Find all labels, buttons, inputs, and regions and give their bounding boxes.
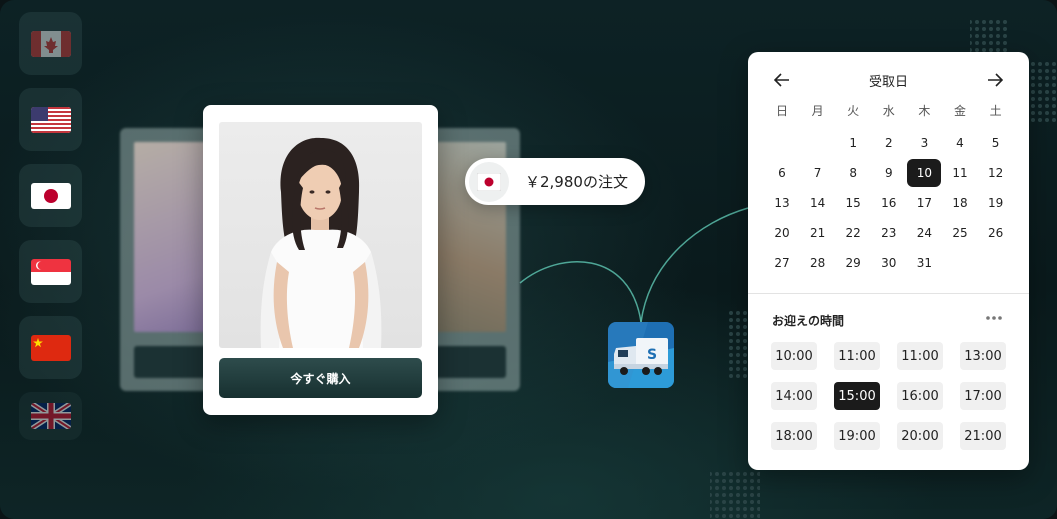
singapore-flag-icon: [30, 258, 71, 285]
time-slot[interactable]: 21:00: [960, 422, 1006, 450]
weekday-label: 水: [882, 103, 895, 118]
calendar-header: 受取日: [748, 68, 1029, 92]
calendar-day[interactable]: 18: [943, 189, 977, 217]
weekday-label: 金: [953, 103, 966, 118]
china-flag-icon: [30, 334, 71, 361]
calendar-day[interactable]: 11: [943, 159, 977, 187]
delivery-truck-icon: S: [608, 322, 674, 388]
calendar-day[interactable]: 12: [979, 159, 1013, 187]
weekday-label: 土: [989, 103, 1002, 118]
uk-flag-icon: [30, 403, 71, 429]
time-slot[interactable]: 20:00: [897, 422, 943, 450]
calendar-day[interactable]: 21: [801, 219, 835, 247]
app-canvas: 今すぐ購入 ￥2,980の注文 S 受取日 日 月 火 水 木 金 土 1 2 …: [0, 0, 1057, 519]
japan-flag-icon: [477, 172, 501, 191]
calendar-day[interactable]: 8: [836, 159, 870, 187]
time-slot[interactable]: 18:00: [771, 422, 817, 450]
calendar-day[interactable]: 3: [907, 129, 941, 157]
time-slot[interactable]: 13:00: [960, 342, 1006, 370]
country-tile-us[interactable]: [19, 88, 82, 151]
order-pill: ￥2,980の注文: [465, 158, 645, 205]
calendar-day[interactable]: 5: [979, 129, 1013, 157]
calendar-day[interactable]: 16: [872, 189, 906, 217]
weekday-label: 火: [847, 103, 860, 118]
country-tile-uk[interactable]: [19, 392, 82, 440]
time-slot[interactable]: 14:00: [771, 382, 817, 410]
model-photo-illustration: [260, 137, 382, 348]
calendar-day[interactable]: 25: [943, 219, 977, 247]
product-photo: [219, 122, 422, 348]
order-amount-text: ￥2,980の注文: [525, 173, 628, 191]
calendar-day-selected[interactable]: 10: [907, 159, 942, 187]
calendar-day[interactable]: 1: [836, 129, 870, 157]
time-slot[interactable]: 11:00: [834, 342, 880, 370]
pickup-time-label: お迎えの時間: [772, 314, 845, 328]
order-flag-badge: [469, 161, 509, 202]
time-slot[interactable]: 16:00: [897, 382, 943, 410]
calendar-day[interactable]: 2: [872, 129, 906, 157]
calendar-day[interactable]: 15: [836, 189, 870, 217]
calendar-day[interactable]: 24: [907, 219, 941, 247]
calendar-day[interactable]: 6: [765, 159, 799, 187]
calendar-day[interactable]: 26: [979, 219, 1013, 247]
country-tile-singapore[interactable]: [19, 240, 82, 303]
calendar-day[interactable]: 19: [979, 189, 1013, 217]
calendar-day[interactable]: 22: [836, 219, 870, 247]
us-flag-icon: [30, 106, 71, 133]
japan-flag-icon: [30, 182, 71, 209]
weekday-label: 木: [918, 103, 931, 118]
calendar-day[interactable]: 9: [872, 159, 906, 187]
svg-text:S: S: [647, 347, 657, 363]
calendar-day[interactable]: 20: [765, 219, 799, 247]
calendar-day[interactable]: 23: [872, 219, 906, 247]
buy-now-button[interactable]: 今すぐ購入: [219, 358, 422, 398]
weekday-label: 月: [811, 103, 824, 118]
calendar-day[interactable]: 14: [801, 189, 835, 217]
country-tile-china[interactable]: [19, 316, 82, 379]
calendar-day[interactable]: 31: [907, 249, 941, 277]
canada-flag-icon: [30, 30, 71, 57]
divider: [748, 293, 1029, 294]
time-slot[interactable]: 10:00: [771, 342, 817, 370]
time-slot[interactable]: 17:00: [960, 382, 1006, 410]
calendar-day[interactable]: 29: [836, 249, 870, 277]
calendar-day[interactable]: 17: [907, 189, 941, 217]
product-card: 今すぐ購入: [203, 105, 438, 415]
calendar-day[interactable]: 28: [801, 249, 835, 277]
weekday-label: 日: [775, 103, 788, 118]
pickup-date-calendar: 受取日 日月火水木金土 1 2 3 4 5 6 7 8 9 10 11 12 13 14 15 16 17 18 19…: [748, 52, 1029, 470]
calendar-day[interactable]: 7: [801, 159, 835, 187]
time-slot[interactable]: 19:00: [834, 422, 880, 450]
time-slot-selected[interactable]: 15:00: [834, 382, 880, 410]
country-tile-canada[interactable]: [19, 12, 82, 75]
calendar-day[interactable]: 4: [943, 129, 977, 157]
calendar-day[interactable]: 30: [872, 249, 906, 277]
calendar-day[interactable]: 27: [765, 249, 799, 277]
calendar-day[interactable]: 13: [765, 189, 799, 217]
more-dots-icon[interactable]: [985, 311, 1005, 327]
arrow-right-icon[interactable]: [983, 68, 1007, 92]
time-slot[interactable]: 11:00: [897, 342, 943, 370]
country-tile-japan[interactable]: [19, 164, 82, 227]
